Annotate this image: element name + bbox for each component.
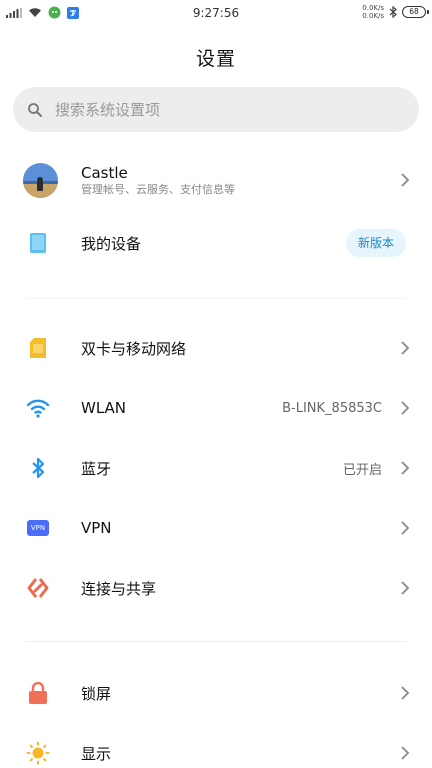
- device-icon: [26, 231, 50, 255]
- network-speed: 0.0K/s 0.0K/s: [362, 4, 384, 20]
- download-speed: 0.0K/s: [362, 12, 384, 20]
- search-bar[interactable]: [13, 87, 419, 132]
- display-label: 显示: [81, 744, 112, 763]
- display-row[interactable]: 显示: [0, 723, 432, 768]
- bluetooth-status-icon: [389, 6, 397, 18]
- vpn-icon: VPN: [26, 516, 50, 540]
- battery-indicator: 68: [402, 6, 429, 18]
- chevron-right-icon: [401, 581, 410, 595]
- sim-network-label: 双卡与移动网络: [81, 339, 187, 358]
- bluetooth-icon: [26, 456, 50, 480]
- wlan-label: WLAN: [81, 399, 127, 417]
- wlan-value: B-LINK_85853C: [282, 400, 382, 416]
- account-subtitle: 管理帐号、云服务、支付信息等: [81, 183, 235, 196]
- lock-screen-label: 锁屏: [81, 684, 112, 703]
- section-divider: [26, 298, 406, 299]
- bluetooth-row[interactable]: 蓝牙 已开启: [0, 438, 432, 498]
- chevron-right-icon: [401, 401, 410, 415]
- search-icon: [28, 102, 42, 117]
- account-name: Castle: [81, 164, 128, 182]
- chevron-right-icon: [401, 173, 410, 187]
- avatar: [23, 163, 58, 198]
- connection-sharing-row[interactable]: 连接与共享: [0, 558, 432, 618]
- page-title: 设置: [195, 48, 236, 70]
- vpn-label: VPN: [81, 519, 112, 537]
- account-row[interactable]: [0, 150, 432, 210]
- vpn-row[interactable]: VPN VPN: [0, 498, 432, 558]
- my-device-label: 我的设备: [81, 234, 142, 253]
- share-icon: [26, 576, 50, 600]
- connection-sharing-label: 连接与共享: [81, 579, 157, 598]
- sim-network-row[interactable]: 双卡与移动网络: [0, 318, 432, 378]
- chevron-right-icon: [401, 461, 410, 475]
- lock-screen-row[interactable]: 锁屏: [0, 663, 432, 723]
- chevron-right-icon: [401, 521, 410, 535]
- sun-icon: [26, 741, 50, 765]
- section-divider: [26, 641, 406, 642]
- lock-icon: [26, 681, 50, 705]
- chevron-right-icon: [401, 686, 410, 700]
- status-bar: 9:27:56 0.0K/s 0.0K/s 68: [0, 0, 432, 28]
- chevron-right-icon: [401, 341, 410, 355]
- chevron-right-icon: [401, 746, 410, 760]
- bluetooth-label: 蓝牙: [81, 459, 112, 478]
- wlan-row[interactable]: WLAN B-LINK_85853C: [0, 378, 432, 438]
- vpn-icon-text: VPN: [27, 520, 49, 536]
- upload-speed: 0.0K/s: [362, 4, 384, 12]
- my-device-row[interactable]: 我的设备 新版本: [0, 213, 432, 273]
- bluetooth-value: 已开启: [342, 462, 382, 478]
- new-version-badge: 新版本: [345, 229, 406, 257]
- status-right-icons: 0.0K/s 0.0K/s 68: [362, 4, 429, 20]
- wifi-icon: [26, 396, 50, 420]
- search-input[interactable]: [55, 100, 375, 119]
- sim-card-icon: [26, 336, 50, 360]
